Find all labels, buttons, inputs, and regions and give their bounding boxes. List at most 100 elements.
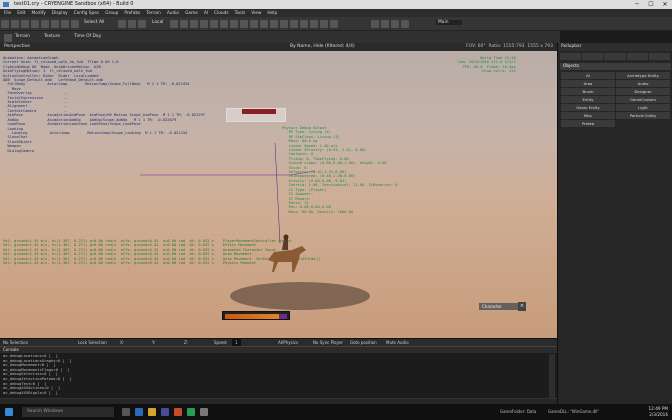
- windows-start-icon[interactable]: [5, 408, 13, 416]
- move-icon[interactable]: [117, 20, 126, 28]
- layout-dropdown[interactable]: Main: [436, 20, 463, 25]
- open-icon[interactable]: [11, 20, 19, 28]
- menu-audio[interactable]: Audio: [167, 11, 179, 16]
- object-button-prefab[interactable]: Prefab: [561, 120, 615, 127]
- terrain-icon[interactable]: [4, 34, 12, 42]
- angle-snap-icon[interactable]: [190, 20, 199, 28]
- select-all-dropdown[interactable]: Select All: [84, 20, 104, 25]
- settings-icon[interactable]: [390, 20, 399, 28]
- console-scrollbar[interactable]: [549, 354, 555, 398]
- unlink-icon[interactable]: [61, 20, 69, 28]
- menu-display[interactable]: Display: [52, 11, 68, 16]
- terrain-button[interactable]: Terrain: [15, 34, 30, 39]
- menu-clouds[interactable]: Clouds: [214, 11, 229, 16]
- object-button-brush[interactable]: Brush: [561, 88, 615, 95]
- measure-icon[interactable]: [300, 20, 309, 28]
- close-icon[interactable]: ×: [518, 302, 526, 311]
- grid-icon[interactable]: [180, 20, 189, 28]
- ai-icon[interactable]: [220, 20, 229, 28]
- profile-icon[interactable]: [370, 20, 379, 28]
- undo-icon[interactable]: [31, 20, 39, 28]
- track-view-icon[interactable]: [320, 20, 329, 28]
- link-icon[interactable]: [51, 20, 59, 28]
- object-button-gamecustom[interactable]: GameCustom: [616, 96, 670, 103]
- cryengine-taskbar-icon[interactable]: [200, 408, 208, 416]
- vegetation-icon[interactable]: [290, 20, 299, 28]
- physics-icon[interactable]: [210, 20, 219, 28]
- menu-prefabs[interactable]: Prefabs: [124, 11, 140, 16]
- edge-icon[interactable]: [135, 408, 143, 416]
- tab-layers[interactable]: [648, 53, 671, 60]
- scale-icon[interactable]: [137, 20, 146, 28]
- flow-graph-icon[interactable]: [310, 20, 319, 28]
- close-window-button[interactable]: ✕: [658, 0, 672, 9]
- menu-help[interactable]: Help: [267, 11, 277, 16]
- tab-terrain[interactable]: [582, 53, 604, 60]
- terrain-snap-icon[interactable]: [200, 20, 209, 28]
- object-button-geom-entity[interactable]: Geom Entity: [561, 104, 615, 111]
- object-button-area[interactable]: Area: [561, 80, 615, 87]
- stamina-bar-fill: [225, 314, 279, 319]
- character-tag: Character: [479, 303, 519, 310]
- filter-icon[interactable]: [71, 20, 79, 28]
- object-button-misc[interactable]: Misc: [561, 112, 615, 119]
- menu-edit[interactable]: Edit: [17, 11, 25, 16]
- tab-display[interactable]: [626, 53, 648, 60]
- object-button-archetype-entity[interactable]: Archetype Entity: [616, 72, 670, 79]
- layers-icon[interactable]: [230, 20, 239, 28]
- snap-icon[interactable]: [170, 20, 179, 28]
- objects-section-header[interactable]: Objects: [560, 63, 671, 70]
- object-button-audio[interactable]: Audio: [616, 80, 670, 87]
- maximize-button[interactable]: ☐: [644, 0, 658, 9]
- object-button-ai[interactable]: AI: [561, 72, 615, 79]
- object-button-designer[interactable]: Designer: [616, 88, 670, 95]
- menu-group[interactable]: Group: [105, 11, 118, 16]
- coord-system-dropdown[interactable]: Local: [152, 20, 163, 25]
- game-icon[interactable]: [250, 20, 259, 28]
- clock-time: 12:49 PM: [648, 406, 668, 411]
- perspective-viewport[interactable]: Perspective By Name, Hide (filtered: 4/4…: [0, 43, 557, 338]
- tray-game-dll: GameDLL: "WinGame.dll": [548, 409, 600, 414]
- object-button-particle-entity[interactable]: Particle Entity: [616, 112, 670, 119]
- window-titlebar: test01.cry - CRYENGINE Sandbox (x64) - B…: [0, 0, 672, 9]
- menu-file[interactable]: File: [4, 11, 11, 16]
- menu-game[interactable]: Game: [185, 11, 198, 16]
- taskbar-clock[interactable]: 12:49 PM 2/3/2016: [648, 406, 668, 417]
- tab-modelling[interactable]: [604, 53, 626, 60]
- minimize-button[interactable]: ─: [630, 0, 644, 9]
- menu-ai[interactable]: AI: [204, 11, 208, 16]
- menu-modify[interactable]: Modify: [32, 11, 46, 16]
- object-button-light[interactable]: Light: [616, 104, 670, 111]
- new-icon[interactable]: [1, 20, 9, 28]
- character-horse-rider[interactable]: [262, 230, 310, 278]
- explorer-icon[interactable]: [148, 408, 156, 416]
- object-button-entity[interactable]: Entity: [561, 96, 615, 103]
- tab-objects[interactable]: [560, 53, 582, 60]
- store-icon[interactable]: [161, 408, 169, 416]
- console-header: Console: [0, 347, 557, 353]
- help-icon[interactable]: [400, 20, 409, 28]
- lighting-icon[interactable]: [270, 20, 279, 28]
- menu-config-spec[interactable]: Config Spec: [74, 11, 100, 16]
- time-of-day-button[interactable]: Time Of Day: [74, 34, 101, 39]
- brush-icon[interactable]: [280, 20, 289, 28]
- window-controls: ─ ☐ ✕: [630, 0, 672, 9]
- material-icon[interactable]: [330, 20, 339, 28]
- audio-icon[interactable]: [260, 20, 269, 28]
- menu-terrain[interactable]: Terrain: [146, 11, 161, 16]
- menu-view[interactable]: View: [251, 11, 261, 16]
- task-view-icon[interactable]: [122, 408, 130, 416]
- menu-tools[interactable]: Tools: [235, 11, 246, 16]
- menu-bar: File Edit Modify Display Config Spec Gro…: [0, 9, 672, 17]
- rotate-icon[interactable]: [127, 20, 136, 28]
- app-icon-2[interactable]: [187, 408, 195, 416]
- rollup-tabs: [560, 53, 671, 60]
- save-icon[interactable]: [21, 20, 29, 28]
- redo-icon[interactable]: [41, 20, 49, 28]
- texture-button[interactable]: Texture: [44, 34, 60, 39]
- taskbar-search[interactable]: Search Windows: [22, 407, 114, 417]
- console-toggle-icon[interactable]: [380, 20, 389, 28]
- object-type-grid: AI Archetype Entity Area Audio Brush Des…: [561, 72, 670, 127]
- app-icon-1[interactable]: [174, 408, 182, 416]
- camera-icon[interactable]: [240, 20, 249, 28]
